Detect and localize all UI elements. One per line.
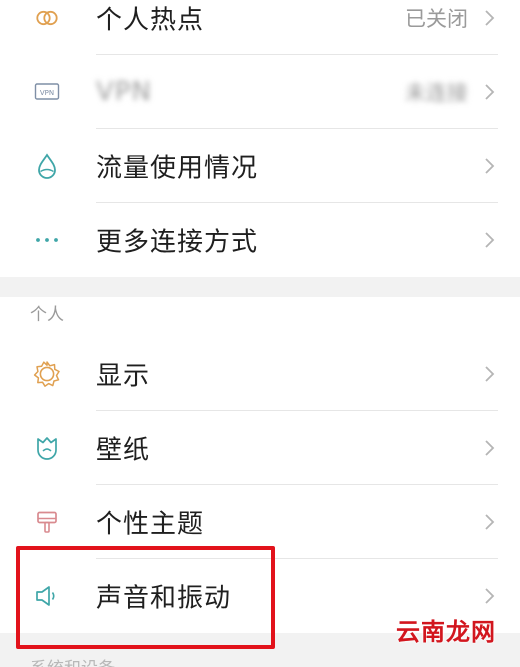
wallpaper-icon bbox=[30, 431, 64, 465]
vpn-icon: VPN bbox=[30, 75, 64, 109]
vpn-icon-text: VPN bbox=[40, 89, 54, 97]
theme-icon bbox=[30, 505, 64, 539]
setting-label: 流量使用情况 bbox=[96, 153, 259, 184]
chevron-right-icon bbox=[485, 588, 495, 604]
setting-row-more-connections[interactable]: 更多连接方式 bbox=[0, 203, 520, 277]
chevron-right-icon bbox=[485, 440, 495, 456]
setting-value: 未连接 bbox=[405, 81, 468, 105]
setting-row-data-usage[interactable]: 流量使用情况 bbox=[0, 129, 520, 203]
section-separator bbox=[0, 277, 520, 297]
setting-row-display[interactable]: 显示 bbox=[0, 337, 520, 411]
setting-label: 个性主题 bbox=[96, 509, 205, 540]
drop-icon bbox=[30, 149, 64, 183]
chevron-right-icon bbox=[485, 158, 495, 174]
setting-value: 已关闭 bbox=[405, 7, 468, 31]
section-header-personal: 个人 bbox=[30, 305, 64, 325]
setting-label: 壁纸 bbox=[96, 435, 151, 466]
setting-row-vpn[interactable]: VPN VPN 未连接 bbox=[0, 55, 520, 129]
setting-row-hotspot[interactable]: 个人热点 已关闭 bbox=[0, 0, 520, 55]
highlight-box bbox=[16, 546, 275, 649]
more-icon bbox=[30, 223, 64, 257]
settings-page: 个人热点 已关闭 VPN VPN 未连接 流量使用情况 更多连接方式 个人 显示… bbox=[0, 0, 520, 667]
chevron-right-icon bbox=[485, 366, 495, 382]
setting-label: 个人热点 bbox=[96, 5, 205, 36]
setting-label: 显示 bbox=[96, 361, 151, 392]
hotspot-icon bbox=[30, 1, 64, 35]
setting-label: 更多连接方式 bbox=[96, 227, 259, 258]
chevron-right-icon bbox=[485, 10, 495, 26]
chevron-right-icon bbox=[485, 84, 495, 100]
brightness-icon bbox=[30, 357, 64, 391]
watermark-text: 云南龙网 bbox=[396, 618, 496, 646]
chevron-right-icon bbox=[485, 232, 495, 248]
section-header-next: 系统和设备 bbox=[30, 654, 115, 667]
setting-label: VPN bbox=[96, 77, 152, 107]
chevron-right-icon bbox=[485, 514, 495, 530]
setting-row-wallpaper[interactable]: 壁纸 bbox=[0, 411, 520, 485]
